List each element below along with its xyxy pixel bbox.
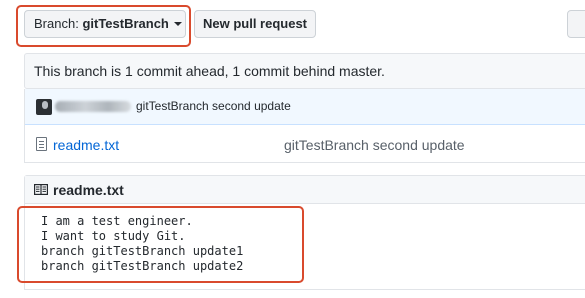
readme-line: branch gitTestBranch update1 bbox=[41, 244, 244, 258]
avatar[interactable] bbox=[36, 99, 52, 115]
file-last-commit-message[interactable]: gitTestBranch second update bbox=[284, 136, 465, 154]
readme-line: I am a test engineer. bbox=[41, 214, 193, 228]
book-icon bbox=[34, 184, 48, 195]
file-icon bbox=[36, 137, 47, 151]
caret-down-icon bbox=[173, 22, 182, 26]
latest-commit-message[interactable]: gitTestBranch second update bbox=[136, 89, 291, 124]
new-pull-request-button[interactable]: New pull request bbox=[194, 10, 316, 38]
readme-line: I want to study Git. bbox=[41, 229, 186, 243]
branch-status-text: This branch is 1 commit ahead, 1 commit … bbox=[34, 63, 385, 79]
branch-status-bar: This branch is 1 commit ahead, 1 commit … bbox=[24, 53, 585, 89]
branch-prefix-label: Branch: bbox=[34, 16, 79, 31]
readme-line: branch gitTestBranch update2 bbox=[41, 259, 244, 273]
commit-author-redacted bbox=[55, 101, 131, 112]
file-name-link[interactable]: readme.txt bbox=[53, 136, 119, 154]
toolbar-edge-button[interactable] bbox=[567, 10, 585, 38]
branch-name-label: gitTestBranch bbox=[82, 16, 169, 31]
readme-content: I am a test engineer. I want to study Git… bbox=[41, 214, 243, 274]
readme-title: readme.txt bbox=[53, 182, 124, 198]
branch-select-button[interactable]: Branch: gitTestBranch bbox=[24, 10, 186, 38]
